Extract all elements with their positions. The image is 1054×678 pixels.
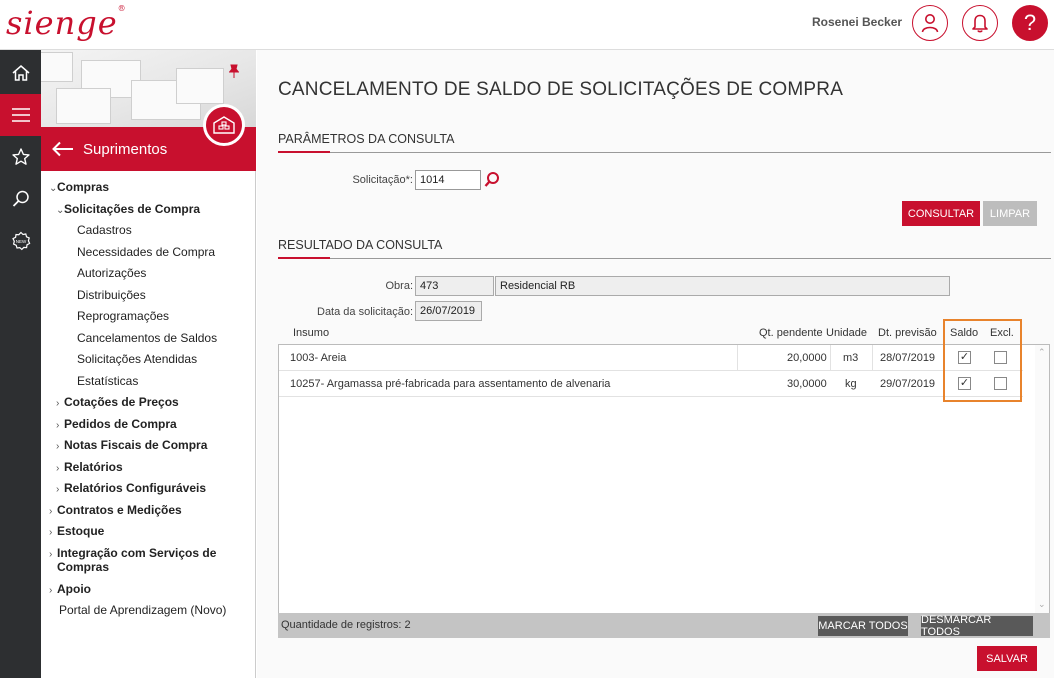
bell-icon — [972, 14, 988, 33]
sidebar: Suprimentos ⌄Compras ⌄Solicitações de Co… — [41, 50, 256, 678]
sidebar-item-notas-fiscais-de-compra[interactable]: › Notas Fiscais de Compra — [56, 438, 207, 452]
sidebar-item-cadastros[interactable]: Cadastros — [77, 223, 132, 237]
user-name[interactable]: Rosenei Becker — [812, 15, 902, 29]
scroll-down-icon[interactable]: ⌄ — [1038, 599, 1046, 610]
sidebar-item-pedidos-de-compra[interactable]: › Pedidos de Compra — [56, 417, 177, 431]
icon-rail: NEW — [0, 50, 41, 678]
obra-label: Obra: — [385, 280, 413, 292]
lookup-search-icon[interactable] — [484, 171, 500, 189]
rail-favorites[interactable] — [0, 136, 41, 178]
rail-menu[interactable] — [0, 94, 41, 136]
main-content: CANCELAMENTO DE SALDO DE SOLICITAÇÕES DE… — [257, 50, 1054, 678]
limpar-button[interactable]: LIMPAR — [983, 201, 1037, 226]
pin-icon[interactable] — [229, 64, 239, 78]
cell-qt-pendente: 30,0000 — [787, 378, 827, 390]
salvar-button[interactable]: SALVAR — [977, 646, 1037, 671]
warehouse-icon — [203, 104, 245, 146]
sidebar-item-solicitacoes-atendidas[interactable]: Solicitações Atendidas — [77, 352, 197, 366]
cell-insumo: 1003- Areia — [290, 352, 347, 364]
marcar-todos-button[interactable]: MARCAR TODOS — [818, 616, 908, 636]
sidebar-item-distribuicoes[interactable]: Distribuições — [77, 288, 146, 302]
col-unidade[interactable]: Unidade — [826, 327, 867, 339]
svg-text:NEW: NEW — [15, 239, 26, 244]
user-profile-button[interactable] — [912, 5, 948, 41]
help-button[interactable]: ? — [1012, 5, 1048, 41]
sidebar-item-compras[interactable]: ⌄Compras — [49, 180, 109, 194]
rail-whats-new[interactable]: NEW — [0, 220, 41, 262]
sidebar-item-cotacoes-de-precos[interactable]: › Cotações de Preços — [56, 395, 179, 409]
sidebar-item-relatorios[interactable]: › Relatórios — [56, 460, 123, 474]
search-icon — [12, 190, 29, 207]
arrow-left-icon[interactable] — [51, 141, 75, 157]
sidebar-item-apoio[interactable]: › Apoio — [49, 582, 91, 596]
cell-qt-pendente: 20,0000 — [787, 352, 827, 364]
help-icon: ? — [1023, 10, 1037, 35]
home-icon — [12, 65, 29, 81]
cell-dt-previsao: 28/07/2019 — [880, 352, 936, 364]
sidebar-item-solicitacoes-de-compra[interactable]: ⌄Solicitações de Compra — [56, 202, 200, 216]
page-title: CANCELAMENTO DE SALDO DE SOLICITAÇÕES DE… — [278, 79, 844, 100]
record-count: Quantidade de registros: 2 — [281, 619, 411, 631]
section-divider — [278, 152, 1051, 153]
data-solicitacao-field: 26/07/2019 — [415, 301, 482, 321]
sidebar-item-autorizacoes[interactable]: Autorizações — [77, 266, 146, 280]
sidebar-item-contratos-e-medicoes[interactable]: › Contratos e Medições — [49, 503, 182, 517]
sienge-logo[interactable]: sienge® — [6, 4, 127, 42]
table-footer: Quantidade de registros: 2 MARCAR TODOS … — [278, 613, 1050, 638]
desmarcar-todos-button[interactable]: DESMARCAR TODOS — [921, 614, 1033, 638]
solicitacao-label: Solicitação*: — [352, 174, 413, 186]
obra-code-field: 473 — [415, 276, 494, 296]
top-bar: sienge® Rosenei Becker ? — [0, 0, 1054, 50]
section-accent — [278, 257, 330, 259]
sidebar-item-reprogramacoes[interactable]: Reprogramações — [77, 309, 169, 323]
saldo-excl-highlight — [943, 319, 1022, 402]
table-row[interactable]: 1003- Areia 20,0000 m3 28/07/2019 ✓ — [279, 345, 1023, 371]
user-icon — [921, 14, 939, 33]
table-row[interactable]: 10257- Argamassa pré-fabricada para asse… — [279, 371, 1023, 397]
sidebar-item-relatorios-configuraveis[interactable]: › Relatórios Configuráveis — [56, 481, 206, 495]
notifications-button[interactable] — [962, 5, 998, 41]
sidebar-item-estoque[interactable]: › Estoque — [49, 524, 104, 538]
table-header: Insumo Qt. pendente Unidade Dt. previsão… — [278, 324, 1032, 344]
hamburger-icon — [11, 108, 30, 122]
rail-search[interactable] — [0, 178, 41, 220]
sidebar-item-integracao-servicos-compras[interactable]: › Integração com Serviços de Compras — [49, 546, 216, 574]
sidebar-item-portal-de-aprendizagem[interactable]: Portal de Aprendizagem (Novo) — [59, 603, 226, 617]
vertical-scrollbar[interactable]: ⌃ ⌄ — [1035, 345, 1049, 613]
obra-name-field: Residencial RB — [495, 276, 950, 296]
rail-home[interactable] — [0, 52, 41, 94]
params-section-title: PARÂMETROS DA CONSULTA — [278, 132, 455, 146]
result-section-title: RESULTADO DA CONSULTA — [278, 238, 443, 252]
col-qt-pendente[interactable]: Qt. pendente — [759, 327, 823, 339]
cell-dt-previsao: 29/07/2019 — [880, 378, 936, 390]
sidebar-item-estatisticas[interactable]: Estatísticas — [77, 374, 138, 388]
solicitacao-input[interactable]: 1014 — [415, 170, 481, 190]
consultar-button[interactable]: CONSULTAR — [902, 201, 980, 226]
data-solicitacao-label: Data da solicitação: — [317, 306, 413, 318]
section-accent — [278, 151, 330, 153]
new-badge-icon: NEW — [11, 231, 30, 251]
scroll-up-icon[interactable]: ⌃ — [1038, 347, 1046, 358]
results-table: 1003- Areia 20,0000 m3 28/07/2019 ✓ 1025… — [278, 344, 1050, 614]
module-title: Suprimentos — [83, 140, 168, 158]
section-divider — [278, 258, 1051, 259]
sidebar-item-necessidades-de-compra[interactable]: Necessidades de Compra — [77, 245, 215, 259]
cell-insumo: 10257- Argamassa pré-fabricada para asse… — [290, 378, 611, 390]
cell-unidade: m3 — [843, 352, 859, 364]
col-insumo[interactable]: Insumo — [293, 327, 329, 339]
star-icon — [11, 148, 30, 165]
col-dt-previsao[interactable]: Dt. previsão — [878, 327, 937, 339]
sidebar-item-cancelamentos-de-saldos[interactable]: Cancelamentos de Saldos — [77, 331, 217, 345]
cell-unidade: kg — [845, 378, 857, 390]
